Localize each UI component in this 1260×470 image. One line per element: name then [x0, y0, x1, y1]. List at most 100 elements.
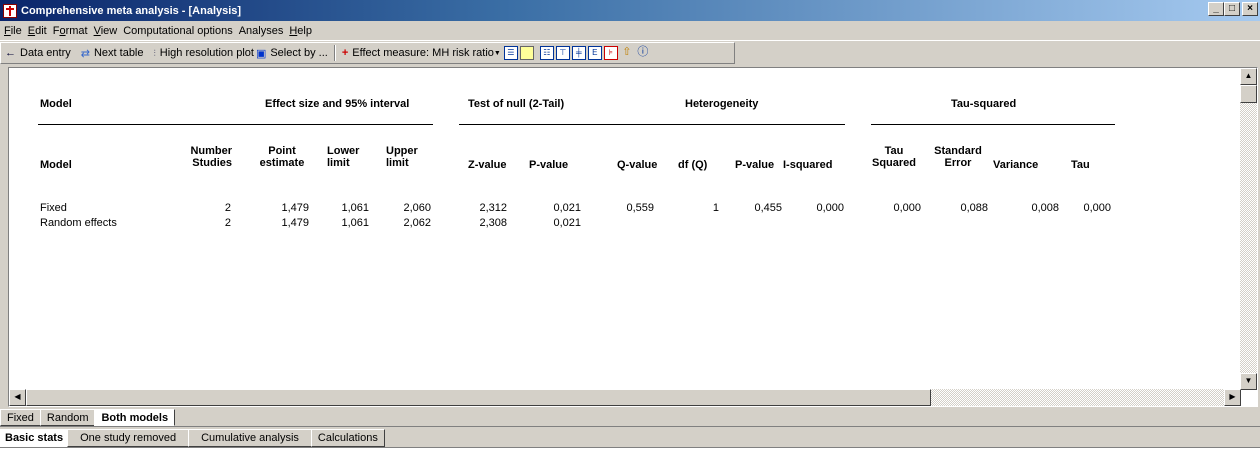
- vertical-scrollbar[interactable]: ▲ ▼: [1240, 68, 1257, 390]
- effect-measure-dropdown[interactable]: + Effect measure: MH risk ratio ▼: [342, 47, 501, 59]
- forest-plot-icon: ⫶: [153, 47, 156, 58]
- col-header-df-q: df (Q): [678, 159, 708, 171]
- table-cell-q: 0,559: [626, 202, 654, 214]
- next-table-button[interactable]: ⇄ Next table: [81, 47, 144, 60]
- plot-settings-icon[interactable]: ╪: [571, 46, 586, 60]
- toolbar: ← Data entry ⇄ Next table ⫶ High resolution…: [0, 42, 735, 64]
- plus-icon: +: [341, 47, 349, 59]
- col-header-upper-limit: Upper limit: [386, 145, 418, 169]
- menu-computational-options[interactable]: Computational options: [123, 25, 232, 37]
- arrow-left-icon: ←: [5, 47, 16, 59]
- col-header-variance: Variance: [993, 159, 1039, 171]
- select-icon: ▣: [255, 47, 267, 60]
- notes-icon[interactable]: [519, 46, 534, 60]
- tab-fixed[interactable]: Fixed: [0, 409, 41, 426]
- header-rule: [581, 124, 845, 125]
- tab-cumulative-analysis[interactable]: Cumulative analysis: [188, 429, 312, 447]
- tab-calculations[interactable]: Calculations: [310, 429, 385, 447]
- table-cell-number: 2: [224, 217, 231, 229]
- col-header-q-value: Q-value: [617, 159, 658, 171]
- table-cell-df: 1: [712, 202, 719, 214]
- maximize-button[interactable]: □: [1224, 2, 1240, 16]
- toolbar-separator: [333, 45, 336, 61]
- model-tabs: Fixed Random Both models: [0, 409, 1260, 427]
- dropdown-arrow-icon: ▼: [493, 49, 501, 57]
- table-cell-upper: 2,062: [403, 217, 431, 229]
- scroll-left-icon[interactable]: ◀: [9, 389, 26, 406]
- col-header-z-value: Z-value: [468, 159, 507, 171]
- scroll-down-icon[interactable]: ▼: [1240, 373, 1257, 390]
- group-header-test-of-null: Test of null (2-Tail): [468, 98, 565, 110]
- scroll-right-icon[interactable]: ▶: [1224, 389, 1241, 406]
- arrow-up-icon[interactable]: ⇧: [620, 46, 634, 60]
- group-header-effect-size: Effect size and 95% interval: [265, 98, 410, 110]
- window-controls: _ □ ×: [1208, 2, 1258, 16]
- tab-basic-stats[interactable]: Basic stats: [0, 429, 69, 447]
- high-resolution-plot-button[interactable]: ⫶ High resolution plot: [154, 47, 254, 59]
- table-cell-p-het: 0,455: [754, 202, 782, 214]
- header-rule: [459, 124, 582, 125]
- group-header-model: Model: [40, 98, 72, 110]
- table-cell-lower: 1,061: [341, 217, 369, 229]
- view-tabs: Basic stats One study removed Cumulative…: [0, 429, 1260, 447]
- scroll-up-icon[interactable]: ▲: [1240, 68, 1257, 85]
- minimize-button[interactable]: _: [1208, 2, 1224, 16]
- select-by-button[interactable]: ▣ Select by ...: [256, 47, 328, 60]
- table-cell-model: Fixed: [40, 202, 67, 214]
- table-cell-standard-error: 0,088: [960, 202, 988, 214]
- tab-one-study-removed[interactable]: One study removed: [67, 429, 190, 447]
- menu-bar: File Edit Format View Computational opti…: [0, 22, 1260, 41]
- header-rule: [38, 124, 433, 125]
- app-icon: [3, 3, 17, 18]
- menu-help[interactable]: Help: [289, 25, 312, 37]
- table-cell-p: 0,021: [553, 202, 581, 214]
- menu-edit[interactable]: Edit: [28, 25, 47, 37]
- col-header-model: Model: [40, 159, 72, 171]
- col-header-i-squared: I-squared: [783, 159, 833, 171]
- decimals-icon[interactable]: ⊤: [555, 46, 570, 60]
- col-header-p-value: P-value: [529, 159, 569, 171]
- table-cell-tau-squared: 0,000: [893, 202, 921, 214]
- table-cell-upper: 2,060: [403, 202, 431, 214]
- menu-view[interactable]: View: [94, 25, 118, 37]
- col-header-tau: Tau: [1071, 159, 1090, 171]
- table-cell-model: Random effects: [40, 217, 117, 229]
- col-header-standard-error: Standard Error: [934, 145, 982, 169]
- close-button[interactable]: ×: [1242, 2, 1258, 16]
- cycle-icon: ⇄: [80, 47, 90, 60]
- table-view-icon[interactable]: ☰: [503, 46, 518, 60]
- col-header-tau-squared: Tau Squared: [871, 145, 916, 169]
- forest-icon[interactable]: ⊧: [603, 46, 618, 60]
- table-cell-z: 2,312: [479, 202, 507, 214]
- table-cell-number: 2: [224, 202, 231, 214]
- table-cell-lower: 1,061: [341, 202, 369, 214]
- col-header-number-studies: Number Studies: [190, 145, 232, 169]
- status-area: [0, 447, 1260, 470]
- menu-format[interactable]: Format: [53, 25, 88, 37]
- menu-analyses[interactable]: Analyses: [239, 25, 284, 37]
- align-icon[interactable]: E: [587, 46, 602, 60]
- window-title: Comprehensive meta analysis - [Analysis]: [21, 4, 242, 17]
- table-cell-tau: 0,000: [1083, 202, 1111, 214]
- horizontal-scrollbar[interactable]: ◀ ▶: [9, 389, 1241, 406]
- tab-random[interactable]: Random: [39, 409, 96, 426]
- group-header-tau-squared: Tau-squared: [951, 98, 1017, 110]
- title-bar: Comprehensive meta analysis - [Analysis]…: [0, 0, 1260, 21]
- col-header-lower-limit: Lower limit: [327, 145, 360, 169]
- vertical-scroll-thumb[interactable]: [1240, 85, 1257, 103]
- data-entry-button[interactable]: ← Data entry: [5, 47, 71, 59]
- table-cell-point: 1,479: [281, 217, 309, 229]
- col-header-point-estimate: Point estimate: [259, 145, 305, 169]
- table-cell-variance: 0,008: [1031, 202, 1059, 214]
- table-cell-i-squared: 0,000: [816, 202, 844, 214]
- table-cell-point: 1,479: [281, 202, 309, 214]
- analysis-table-area: Model Effect size and 95% interval Test …: [8, 67, 1258, 407]
- header-rule: [871, 124, 1115, 125]
- col-header-p-value-het: P-value: [735, 159, 775, 171]
- table-cell-p: 0,021: [553, 217, 581, 229]
- columns-icon[interactable]: ☷: [539, 46, 554, 60]
- info-icon[interactable]: ⓘ: [636, 46, 650, 60]
- horizontal-scroll-thumb[interactable]: [26, 389, 931, 406]
- tab-both-models[interactable]: Both models: [94, 409, 176, 426]
- menu-file[interactable]: File: [4, 25, 22, 37]
